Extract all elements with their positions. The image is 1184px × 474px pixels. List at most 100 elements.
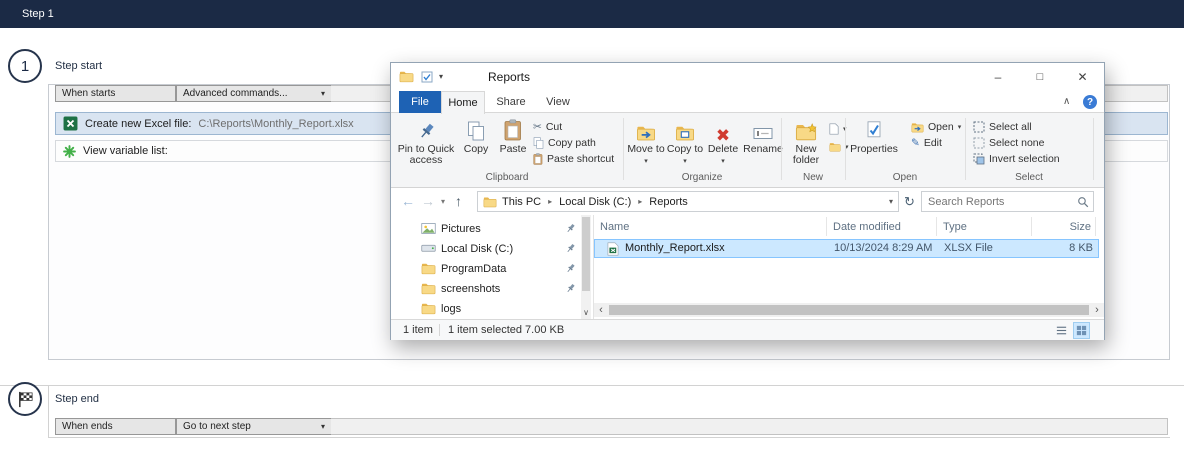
scroll-right-icon[interactable]: › (1090, 303, 1104, 317)
top-bar-title: Step 1 (22, 8, 54, 20)
paste-shortcut-icon (533, 153, 543, 165)
cut-button[interactable]: ✂ Cut (533, 119, 562, 135)
nav-scroll-down-icon[interactable]: ∨ (581, 305, 591, 319)
breadcrumb-local-disk[interactable]: Local Disk (C:) (559, 196, 631, 208)
file-explorer-window: ▾ Reports – □ ✕ File Home Share View ∧ ?… (390, 62, 1105, 340)
horizontal-scrollbar[interactable]: ‹ › (594, 303, 1104, 317)
properties-button[interactable]: Properties (849, 116, 899, 155)
collapse-ribbon-icon[interactable]: ∧ (1063, 96, 1070, 107)
quick-access-toolbar-arrow-icon[interactable]: ▾ (439, 72, 443, 81)
nav-scrollbar[interactable]: ∨ (581, 215, 591, 319)
step-end-badge (8, 382, 42, 416)
step-start-title: Step start (55, 60, 102, 72)
nav-scrollbar-thumb[interactable] (582, 217, 590, 291)
ribbon: Pin to Quick access Copy Paste ✂ Cut Cop… (391, 113, 1104, 188)
when-starts-dropdown[interactable]: Advanced commands... ▾ (176, 85, 332, 102)
address-dropdown-icon[interactable]: ▾ (889, 197, 893, 206)
step-end-bottom-line (48, 437, 1170, 438)
copy-path-icon (533, 137, 544, 149)
folder-icon (421, 302, 436, 315)
copy-button[interactable]: Copy (459, 116, 493, 155)
edit-button[interactable]: ✎ Edit (911, 135, 942, 151)
new-item-button[interactable]: ▾ (829, 121, 847, 137)
folder-icon (421, 262, 436, 275)
column-header-name[interactable]: Name (594, 217, 827, 236)
properties-icon (865, 116, 883, 141)
invert-selection-icon (973, 153, 985, 165)
column-header-size[interactable]: Size (1032, 217, 1096, 236)
back-icon[interactable]: ← (401, 194, 415, 208)
command-value: C:\Reports\Monthly_Report.xlsx (198, 118, 353, 130)
delete-button[interactable]: ✖ Delete ▾ (705, 116, 741, 167)
address-box[interactable]: This PC ▸ Local Disk (C:) ▸ Reports ▾ (477, 191, 899, 212)
group-separator (845, 118, 846, 180)
nav-item-pictures[interactable]: Pictures (391, 219, 577, 239)
new-folder-button[interactable]: New folder (785, 116, 827, 166)
paste-button[interactable]: Paste (495, 116, 531, 155)
ribbon-tab-bar: File Home Share View ∧ ? (391, 91, 1104, 113)
move-to-icon (636, 116, 656, 141)
dropdown-arrow-icon: ▾ (958, 123, 962, 131)
help-icon[interactable]: ? (1083, 95, 1097, 109)
cut-icon: ✂ (533, 121, 542, 133)
nav-item-local-disk[interactable]: Local Disk (C:) (391, 239, 577, 259)
group-label-open: Open (845, 172, 965, 183)
select-all-button[interactable]: Select all (973, 119, 1032, 135)
search-box[interactable] (921, 191, 1094, 212)
variable-list-icon (63, 145, 76, 158)
scroll-left-icon[interactable]: ‹ (594, 303, 608, 317)
maximize-button[interactable]: □ (1019, 63, 1061, 91)
breadcrumb-separator-icon: ▸ (541, 197, 559, 206)
breadcrumb-reports[interactable]: Reports (649, 196, 688, 208)
group-separator (965, 118, 966, 180)
minimize-button[interactable]: – (977, 63, 1019, 91)
thumbnails-view-button[interactable] (1073, 322, 1090, 339)
copy-path-button[interactable]: Copy path (533, 135, 596, 151)
details-view-button[interactable] (1053, 322, 1070, 339)
when-ends-header: When ends (55, 418, 176, 435)
pin-to-quick-access-button[interactable]: Pin to Quick access (397, 116, 455, 166)
breadcrumb-this-pc[interactable]: This PC (502, 196, 541, 208)
checkered-flag-icon (16, 390, 35, 409)
invert-selection-button[interactable]: Invert selection (973, 151, 1060, 167)
paste-icon (504, 116, 522, 141)
step-end-divider (0, 385, 1184, 386)
forward-icon[interactable]: → (421, 194, 435, 208)
group-separator (781, 118, 782, 180)
explorer-title-bar[interactable]: ▾ Reports – □ ✕ (391, 63, 1104, 91)
copy-to-button[interactable]: Copy to ▾ (666, 116, 704, 167)
tab-file[interactable]: File (399, 91, 441, 113)
file-row-monthly-report[interactable]: Monthly_Report.xlsx 10/13/2024 8:29 AM X… (594, 239, 1099, 258)
drive-icon (421, 242, 436, 254)
tab-share[interactable]: Share (487, 91, 535, 113)
pin-icon (565, 283, 576, 294)
dropdown-arrow-icon: ▾ (321, 90, 325, 98)
file-name: Monthly_Report.xlsx (625, 242, 725, 254)
when-ends-dropdown[interactable]: Go to next step ▾ (176, 418, 332, 435)
rename-button[interactable]: Rename (743, 116, 783, 155)
open-button[interactable]: Open ▾ (911, 119, 961, 135)
nav-item-logs[interactable]: logs (391, 299, 577, 319)
top-bar: Step 1 (0, 0, 1184, 28)
horizontal-scrollbar-thumb[interactable] (609, 305, 1089, 315)
nav-item-screenshots[interactable]: screenshots (391, 279, 577, 299)
nav-item-programdata[interactable]: ProgramData (391, 259, 577, 279)
move-to-button[interactable]: Move to ▾ (627, 116, 665, 167)
new-folder-icon (795, 116, 817, 141)
tab-home[interactable]: Home (441, 91, 485, 114)
file-size: 8 KB (1033, 242, 1093, 254)
paste-shortcut-button[interactable]: Paste shortcut (533, 151, 614, 167)
search-input[interactable] (922, 196, 1077, 208)
when-starts-header: When starts (55, 85, 176, 102)
refresh-icon[interactable]: ↻ (904, 195, 915, 208)
close-button[interactable]: ✕ (1061, 63, 1104, 91)
column-header-type[interactable]: Type (937, 217, 1032, 236)
up-icon[interactable]: ↑ (455, 194, 462, 208)
column-header-date-modified[interactable]: Date modified (827, 217, 937, 236)
folder-icon (421, 282, 436, 295)
step-number: 1 (21, 58, 29, 75)
tab-view[interactable]: View (537, 91, 579, 113)
select-none-button[interactable]: Select none (973, 135, 1044, 151)
quick-access-properties-icon[interactable] (421, 71, 433, 83)
recent-locations-arrow-icon[interactable]: ▾ (441, 198, 445, 206)
